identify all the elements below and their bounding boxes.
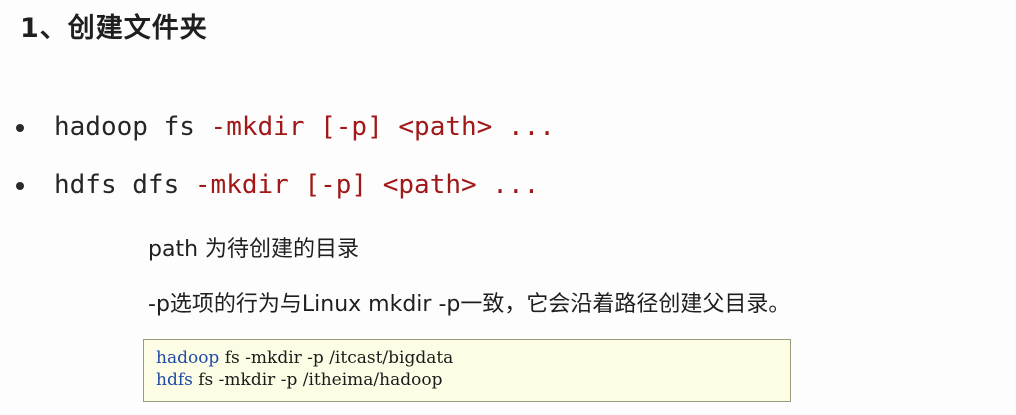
description-path: path 为待创建的目录 <box>148 237 360 262</box>
code-line: hdfs fs -mkdir -p /itheima/hadoop <box>156 369 778 391</box>
code-example-box: hadoop fs -mkdir -p /itcast/bigdata hdfs… <box>143 339 791 402</box>
page-title: 1、创建文件夹 <box>20 13 208 44</box>
code-keyword: hadoop <box>156 348 220 368</box>
code-line: hadoop fs -mkdir -p /itcast/bigdata <box>156 347 778 369</box>
code-rest: fs -mkdir -p /itheima/hadoop <box>192 370 443 390</box>
command-options: -mkdir [-p] <path> ... <box>194 170 540 200</box>
bullet-dot-icon <box>16 182 24 190</box>
description-p-option: -p选项的行为与Linux mkdir -p一致，它会沿着路径创建父目录。 <box>148 292 791 317</box>
code-rest: fs -mkdir -p /itcast/bigdata <box>219 348 454 368</box>
bullet-item-hdfs-dfs: hdfs dfs -mkdir [-p] <path> ... <box>16 170 539 200</box>
command-options: -mkdir [-p] <path> ... <box>210 112 555 142</box>
slide: 1、创建文件夹 hadoop fs -mkdir [-p] <path> ...… <box>0 0 1016 415</box>
command-base: hdfs dfs <box>54 170 195 200</box>
bullet-item-hadoop-fs: hadoop fs -mkdir [-p] <path> ... <box>16 112 555 142</box>
code-keyword: hdfs <box>156 370 193 390</box>
command-base: hadoop fs <box>54 112 211 142</box>
bullet-dot-icon <box>16 124 24 132</box>
